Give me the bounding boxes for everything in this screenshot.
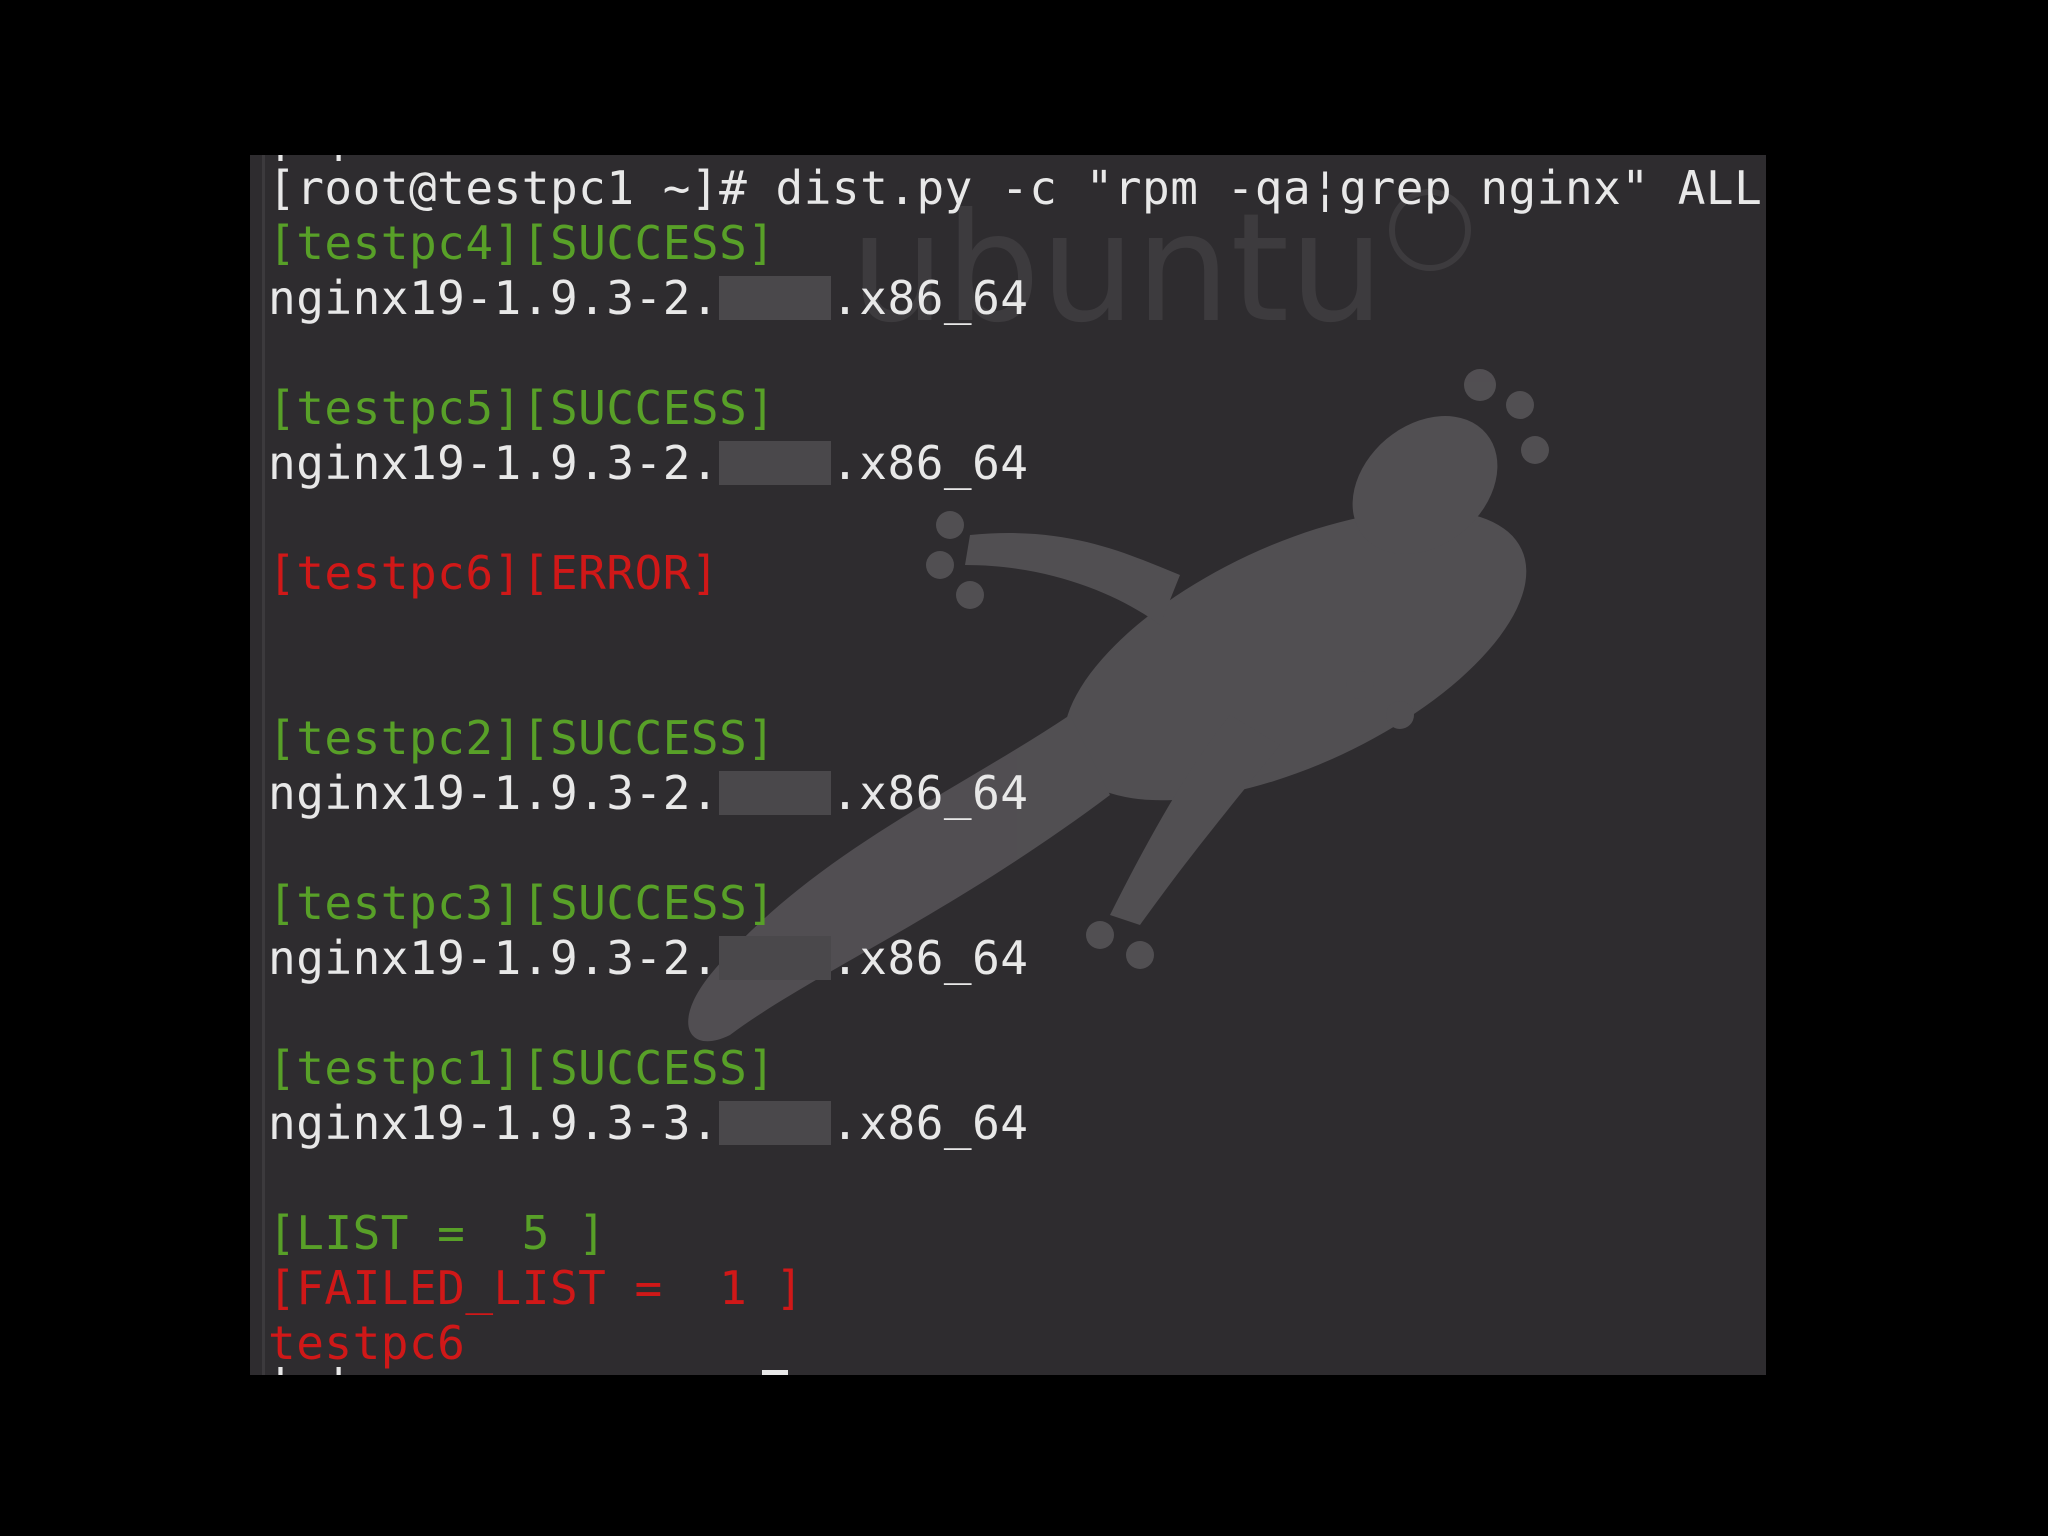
package-suffix: .x86_64	[831, 271, 1029, 325]
package-line-testpc4: nginx19-1.9.3-2. .x86_64	[268, 271, 1766, 326]
summary-list: [LIST = 5 ]	[268, 1206, 607, 1260]
package-prefix: nginx19-1.9.3-2.	[268, 436, 720, 490]
package-line-testpc1: nginx19-1.9.3-3. .x86_64	[268, 1096, 1766, 1151]
terminal-partial-line-bottom: [ ]	[268, 1367, 351, 1375]
terminal-window[interactable]: ubuntu [ ] [r	[250, 155, 1766, 1375]
redacted-block	[719, 936, 832, 980]
package-suffix: .x86_64	[831, 766, 1029, 820]
summary-failed-list: [FAILED_LIST = 1 ]	[268, 1261, 804, 1315]
host-header-testpc3: [testpc3][SUCCESS]	[268, 876, 776, 930]
redacted-block	[719, 1101, 832, 1145]
terminal-cursor	[762, 1370, 788, 1375]
package-line-testpc5: nginx19-1.9.3-2. .x86_64	[268, 436, 1766, 491]
host-header-testpc4: [testpc4][SUCCESS]	[268, 216, 776, 270]
redacted-block	[719, 441, 832, 485]
package-suffix: .x86_64	[831, 931, 1029, 985]
package-prefix: nginx19-1.9.3-2.	[268, 271, 720, 325]
redacted-block	[719, 276, 832, 320]
package-line-testpc2: nginx19-1.9.3-2. .x86_64	[268, 766, 1766, 821]
package-suffix: .x86_64	[831, 436, 1029, 490]
host-header-testpc5: [testpc5][SUCCESS]	[268, 381, 776, 435]
host-header-testpc6: [testpc6][ERROR]	[268, 546, 720, 600]
host-header-testpc1: [testpc1][SUCCESS]	[268, 1041, 776, 1095]
command-line: [root@testpc1 ~]# dist.py -c "rpm -qa¦gr…	[268, 161, 1763, 215]
terminal-output: [root@testpc1 ~]# dist.py -c "rpm -qa¦gr…	[268, 161, 1766, 1371]
package-prefix: nginx19-1.9.3-2.	[268, 931, 720, 985]
package-prefix: nginx19-1.9.3-2.	[268, 766, 720, 820]
redacted-block	[719, 771, 832, 815]
package-suffix: .x86_64	[831, 1096, 1029, 1150]
package-prefix: nginx19-1.9.3-3.	[268, 1096, 720, 1150]
package-line-testpc3: nginx19-1.9.3-2. .x86_64	[268, 931, 1766, 986]
failed-host: testpc6	[268, 1316, 466, 1370]
terminal-left-border	[262, 155, 265, 1375]
host-header-testpc2: [testpc2][SUCCESS]	[268, 711, 776, 765]
